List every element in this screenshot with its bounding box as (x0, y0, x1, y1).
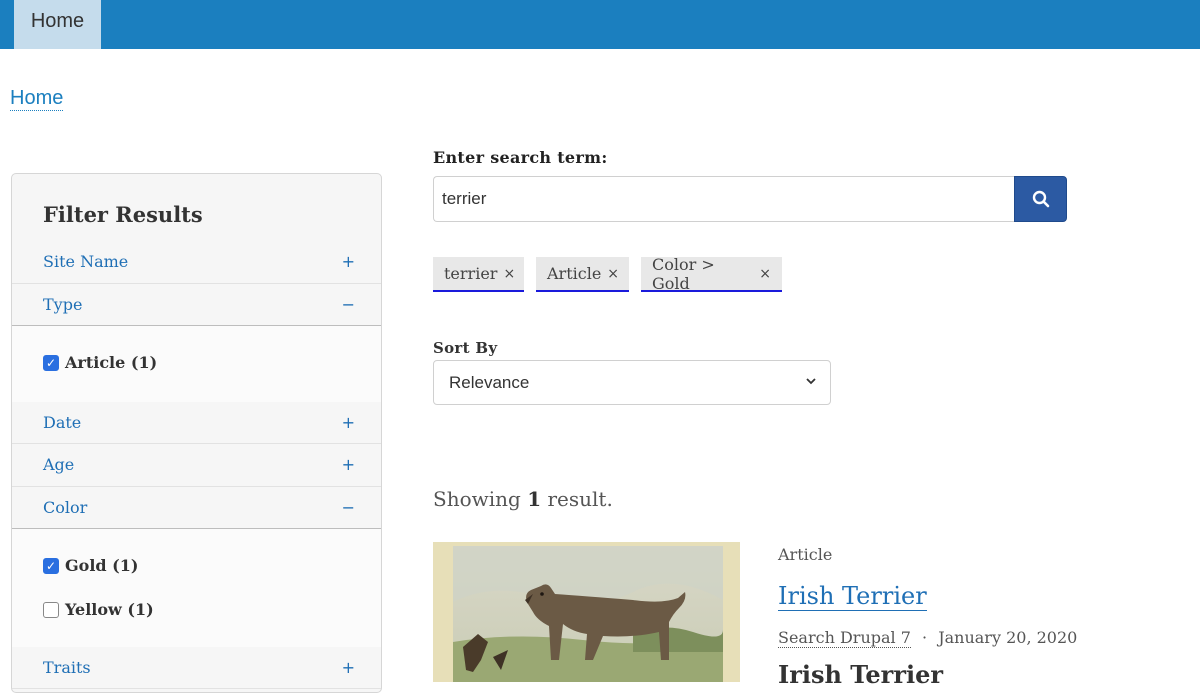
chevron-down-icon (806, 378, 816, 385)
checkbox-unchecked-icon[interactable] (43, 601, 59, 618)
result-count-number: 1 (527, 487, 542, 511)
facet-type[interactable]: Type − (12, 284, 381, 326)
remove-icon[interactable]: × (503, 266, 515, 282)
facet-type-options: ✓ Article (1) (12, 326, 381, 402)
facet-traits[interactable]: Traits + (12, 647, 381, 689)
top-nav-bar: Home (0, 0, 1200, 49)
remove-icon[interactable]: × (607, 266, 619, 282)
sort-label: Sort By (433, 339, 498, 357)
nav-home-tab[interactable]: Home (14, 0, 101, 49)
expand-icon[interactable]: + (342, 252, 355, 271)
facet-option-article[interactable]: ✓ Article (1) (43, 353, 157, 372)
remove-icon[interactable]: × (759, 266, 771, 282)
facet-date[interactable]: Date + (12, 402, 381, 444)
sort-select[interactable]: Relevance (433, 360, 831, 405)
facet-label: Color (43, 498, 88, 517)
checkbox-checked-icon[interactable]: ✓ (43, 557, 59, 574)
facet-site-name[interactable]: Site Name + (12, 242, 381, 284)
checkbox-checked-icon[interactable]: ✓ (43, 354, 59, 371)
breadcrumb-home-link[interactable]: Home (10, 86, 64, 111)
search-button[interactable] (1014, 176, 1067, 222)
facet-color-options: ✓ Gold (1) Yellow (1) (12, 529, 381, 647)
result-title-link[interactable]: Irish Terrier (778, 582, 927, 611)
result-count: Showing 1 result. (433, 487, 613, 511)
chip-label: Color > Gold (652, 254, 715, 293)
facet-color[interactable]: Color − (12, 487, 381, 529)
result-meta: Search Drupal 7 · January 20, 2020 (778, 628, 1078, 648)
result-type: Article (778, 545, 833, 564)
search-icon (1032, 190, 1049, 208)
facet-option-label: Gold (1) (65, 556, 139, 575)
expand-icon[interactable]: + (342, 455, 355, 474)
active-filter-chip[interactable]: Color > Gold × (641, 254, 782, 293)
active-filter-chip[interactable]: Article × (536, 257, 629, 292)
search-label: Enter search term: (433, 148, 608, 167)
facet-label: Type (43, 295, 83, 314)
result-date: January 20, 2020 (938, 628, 1078, 647)
result-site[interactable]: Search Drupal 7 (778, 628, 911, 648)
facet-age[interactable]: Age + (12, 444, 381, 487)
sidebar-title: Filter Results (43, 202, 203, 227)
facet-option-yellow[interactable]: Yellow (1) (43, 600, 154, 619)
filter-sidebar: Filter Results Site Name + Type − ✓ Arti… (11, 173, 382, 693)
facet-option-label: Article (1) (65, 353, 158, 372)
dog-illustration (433, 542, 740, 682)
expand-icon[interactable]: + (342, 658, 355, 677)
facet-label: Site Name (43, 252, 129, 271)
facet-label: Traits (43, 658, 91, 677)
search-input[interactable] (433, 176, 1014, 222)
facet-option-label: Yellow (1) (65, 600, 154, 619)
meta-separator: · (922, 628, 928, 647)
chip-label: Article (547, 264, 602, 283)
facet-option-gold[interactable]: ✓ Gold (1) (43, 556, 138, 575)
sort-selected-value: Relevance (449, 372, 530, 392)
collapse-icon[interactable]: − (342, 498, 355, 517)
expand-icon[interactable]: + (342, 413, 355, 432)
active-filter-chip[interactable]: terrier × (433, 257, 524, 292)
facet-label: Age (43, 455, 75, 474)
collapse-icon[interactable]: − (342, 295, 355, 314)
result-thumbnail[interactable] (433, 542, 740, 682)
facet-label: Date (43, 413, 82, 432)
chip-label: terrier (444, 264, 498, 283)
